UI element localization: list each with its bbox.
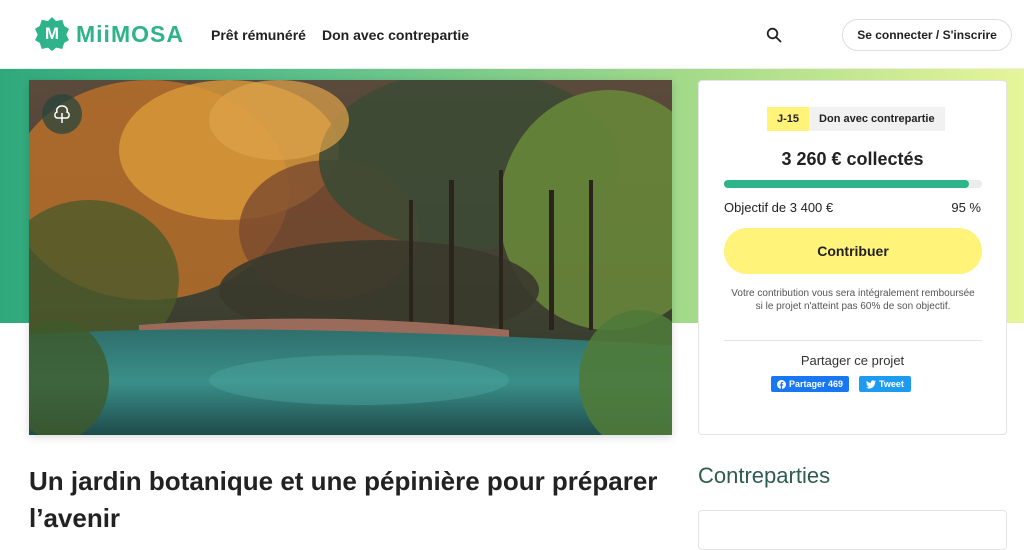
campaign-tags: J-15 Don avec contrepartie — [767, 107, 945, 131]
share-title: Partager ce projet — [800, 353, 905, 368]
logo[interactable]: M MiiMOSA — [35, 17, 184, 51]
facebook-icon — [777, 379, 786, 389]
contribute-button[interactable]: Contribuer — [724, 228, 982, 274]
facebook-share-label: Partager 469 — [789, 379, 844, 389]
logo-badge: M — [35, 17, 69, 51]
campaign-type-badge: Don avec contrepartie — [809, 107, 945, 131]
campaign-card: J-15 Don avec contrepartie 3 260 € colle… — [698, 80, 1007, 435]
divider — [724, 340, 982, 341]
funding-progress-fill — [724, 180, 970, 188]
login-button[interactable]: Se connecter / S'inscrire — [842, 19, 1012, 51]
facebook-share-button[interactable]: Partager 469 — [771, 376, 850, 392]
nav-don-avec-contrepartie[interactable]: Don avec contrepartie — [322, 27, 469, 43]
days-left-badge: J-15 — [767, 107, 810, 131]
twitter-share-label: Tweet — [879, 379, 904, 389]
search-icon[interactable] — [766, 27, 782, 43]
rewards-card — [698, 510, 1007, 550]
project-hero-image — [29, 80, 672, 435]
logo-text: MiiMOSA — [76, 20, 184, 47]
site-header: M MiiMOSA Prêt rémunéré Don avec contrep… — [0, 0, 1024, 69]
funding-percent: 95 % — [951, 200, 981, 215]
page-title: Un jardin botanique et une pépinière pou… — [29, 466, 658, 533]
forest-pond-illustration — [29, 80, 672, 435]
funding-progress-bar — [724, 180, 982, 188]
twitter-share-button[interactable]: Tweet — [859, 376, 911, 392]
tree-icon — [42, 94, 82, 134]
rewards-section-title: Contreparties — [698, 463, 831, 488]
nav-pret-remunere[interactable]: Prêt rémunéré — [211, 27, 306, 43]
collected-amount: 3 260 € collectés — [781, 149, 924, 169]
refund-note: Votre contribution vous sera intégraleme… — [731, 288, 975, 312]
share-buttons: Partager 469 Tweet — [771, 376, 911, 392]
funding-goal: Objectif de 3 400 € — [724, 200, 834, 215]
twitter-icon — [866, 379, 877, 389]
